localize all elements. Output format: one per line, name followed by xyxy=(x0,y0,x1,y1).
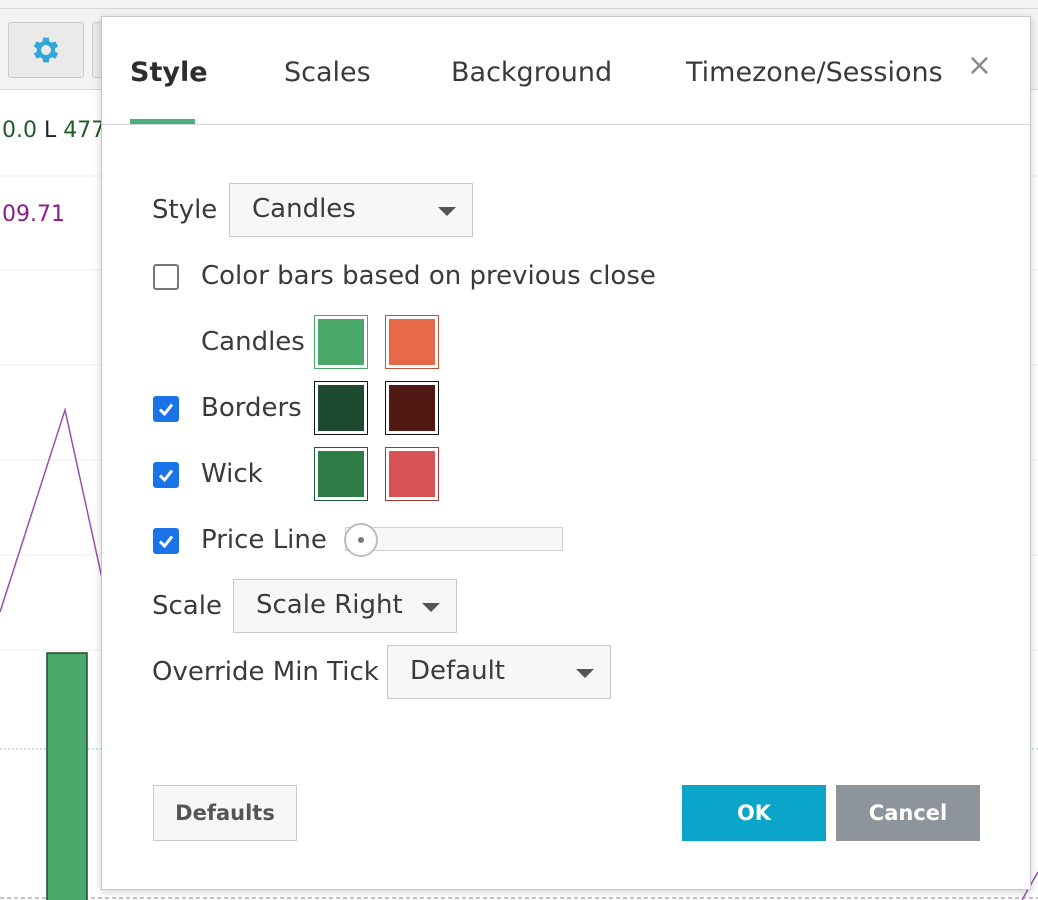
scale-select[interactable]: Scale Right xyxy=(233,579,457,633)
dialog-tabs: Style Scales Background Timezone/Session… xyxy=(102,17,1030,125)
tab-style[interactable]: Style xyxy=(130,57,208,88)
borders-up-color xyxy=(318,385,364,431)
candles-label: Candles xyxy=(201,327,305,357)
candle-up xyxy=(46,652,88,900)
color-bars-prev-close-checkbox[interactable] xyxy=(153,264,179,290)
ok-button[interactable]: OK xyxy=(682,785,826,841)
wick-checkbox[interactable] xyxy=(153,462,179,488)
checkmark-icon xyxy=(158,535,174,549)
cancel-button[interactable]: Cancel xyxy=(836,785,980,841)
wick-down-color xyxy=(389,451,435,497)
candles-down-color-swatch[interactable] xyxy=(385,315,439,369)
defaults-button[interactable]: Defaults xyxy=(153,785,297,841)
style-select-value: Candles xyxy=(252,194,356,224)
candles-down-color xyxy=(389,319,435,365)
override-min-tick-value: Default xyxy=(410,656,505,686)
wick-label: Wick xyxy=(201,459,263,489)
style-label: Style xyxy=(152,195,218,225)
scale-label: Scale xyxy=(152,591,222,621)
wick-down-color-swatch[interactable] xyxy=(385,447,439,501)
style-select[interactable]: Candles xyxy=(229,183,473,237)
scale-select-value: Scale Right xyxy=(256,590,403,620)
checkmark-icon xyxy=(158,469,174,483)
price-line-checkbox[interactable] xyxy=(153,528,179,554)
borders-checkbox[interactable] xyxy=(153,396,179,422)
chevron-down-icon xyxy=(438,207,456,216)
chart-properties-dialog: Style Scales Background Timezone/Session… xyxy=(101,16,1031,890)
tab-timezone-sessions[interactable]: Timezone/Sessions xyxy=(686,57,943,88)
tab-background[interactable]: Background xyxy=(451,57,612,88)
override-min-tick-select[interactable]: Default xyxy=(387,645,611,699)
candles-up-color-swatch[interactable] xyxy=(314,315,368,369)
slider-handle[interactable] xyxy=(344,523,378,557)
price-line-label: Price Line xyxy=(201,525,327,555)
candles-up-color xyxy=(318,319,364,365)
borders-down-color xyxy=(389,385,435,431)
checkmark-icon xyxy=(158,403,174,417)
tab-scales[interactable]: Scales xyxy=(284,57,371,88)
borders-up-color-swatch[interactable] xyxy=(314,381,368,435)
close-icon[interactable]: × xyxy=(967,51,992,81)
borders-label: Borders xyxy=(201,393,302,423)
borders-down-color-swatch[interactable] xyxy=(385,381,439,435)
chevron-down-icon xyxy=(422,603,440,612)
override-min-tick-label: Override Min Tick xyxy=(152,657,379,687)
chevron-down-icon xyxy=(576,669,594,678)
wick-up-color-swatch[interactable] xyxy=(314,447,368,501)
wick-up-color xyxy=(318,451,364,497)
color-bars-prev-close-label: Color bars based on previous close xyxy=(201,261,656,291)
active-tab-indicator xyxy=(130,119,195,124)
